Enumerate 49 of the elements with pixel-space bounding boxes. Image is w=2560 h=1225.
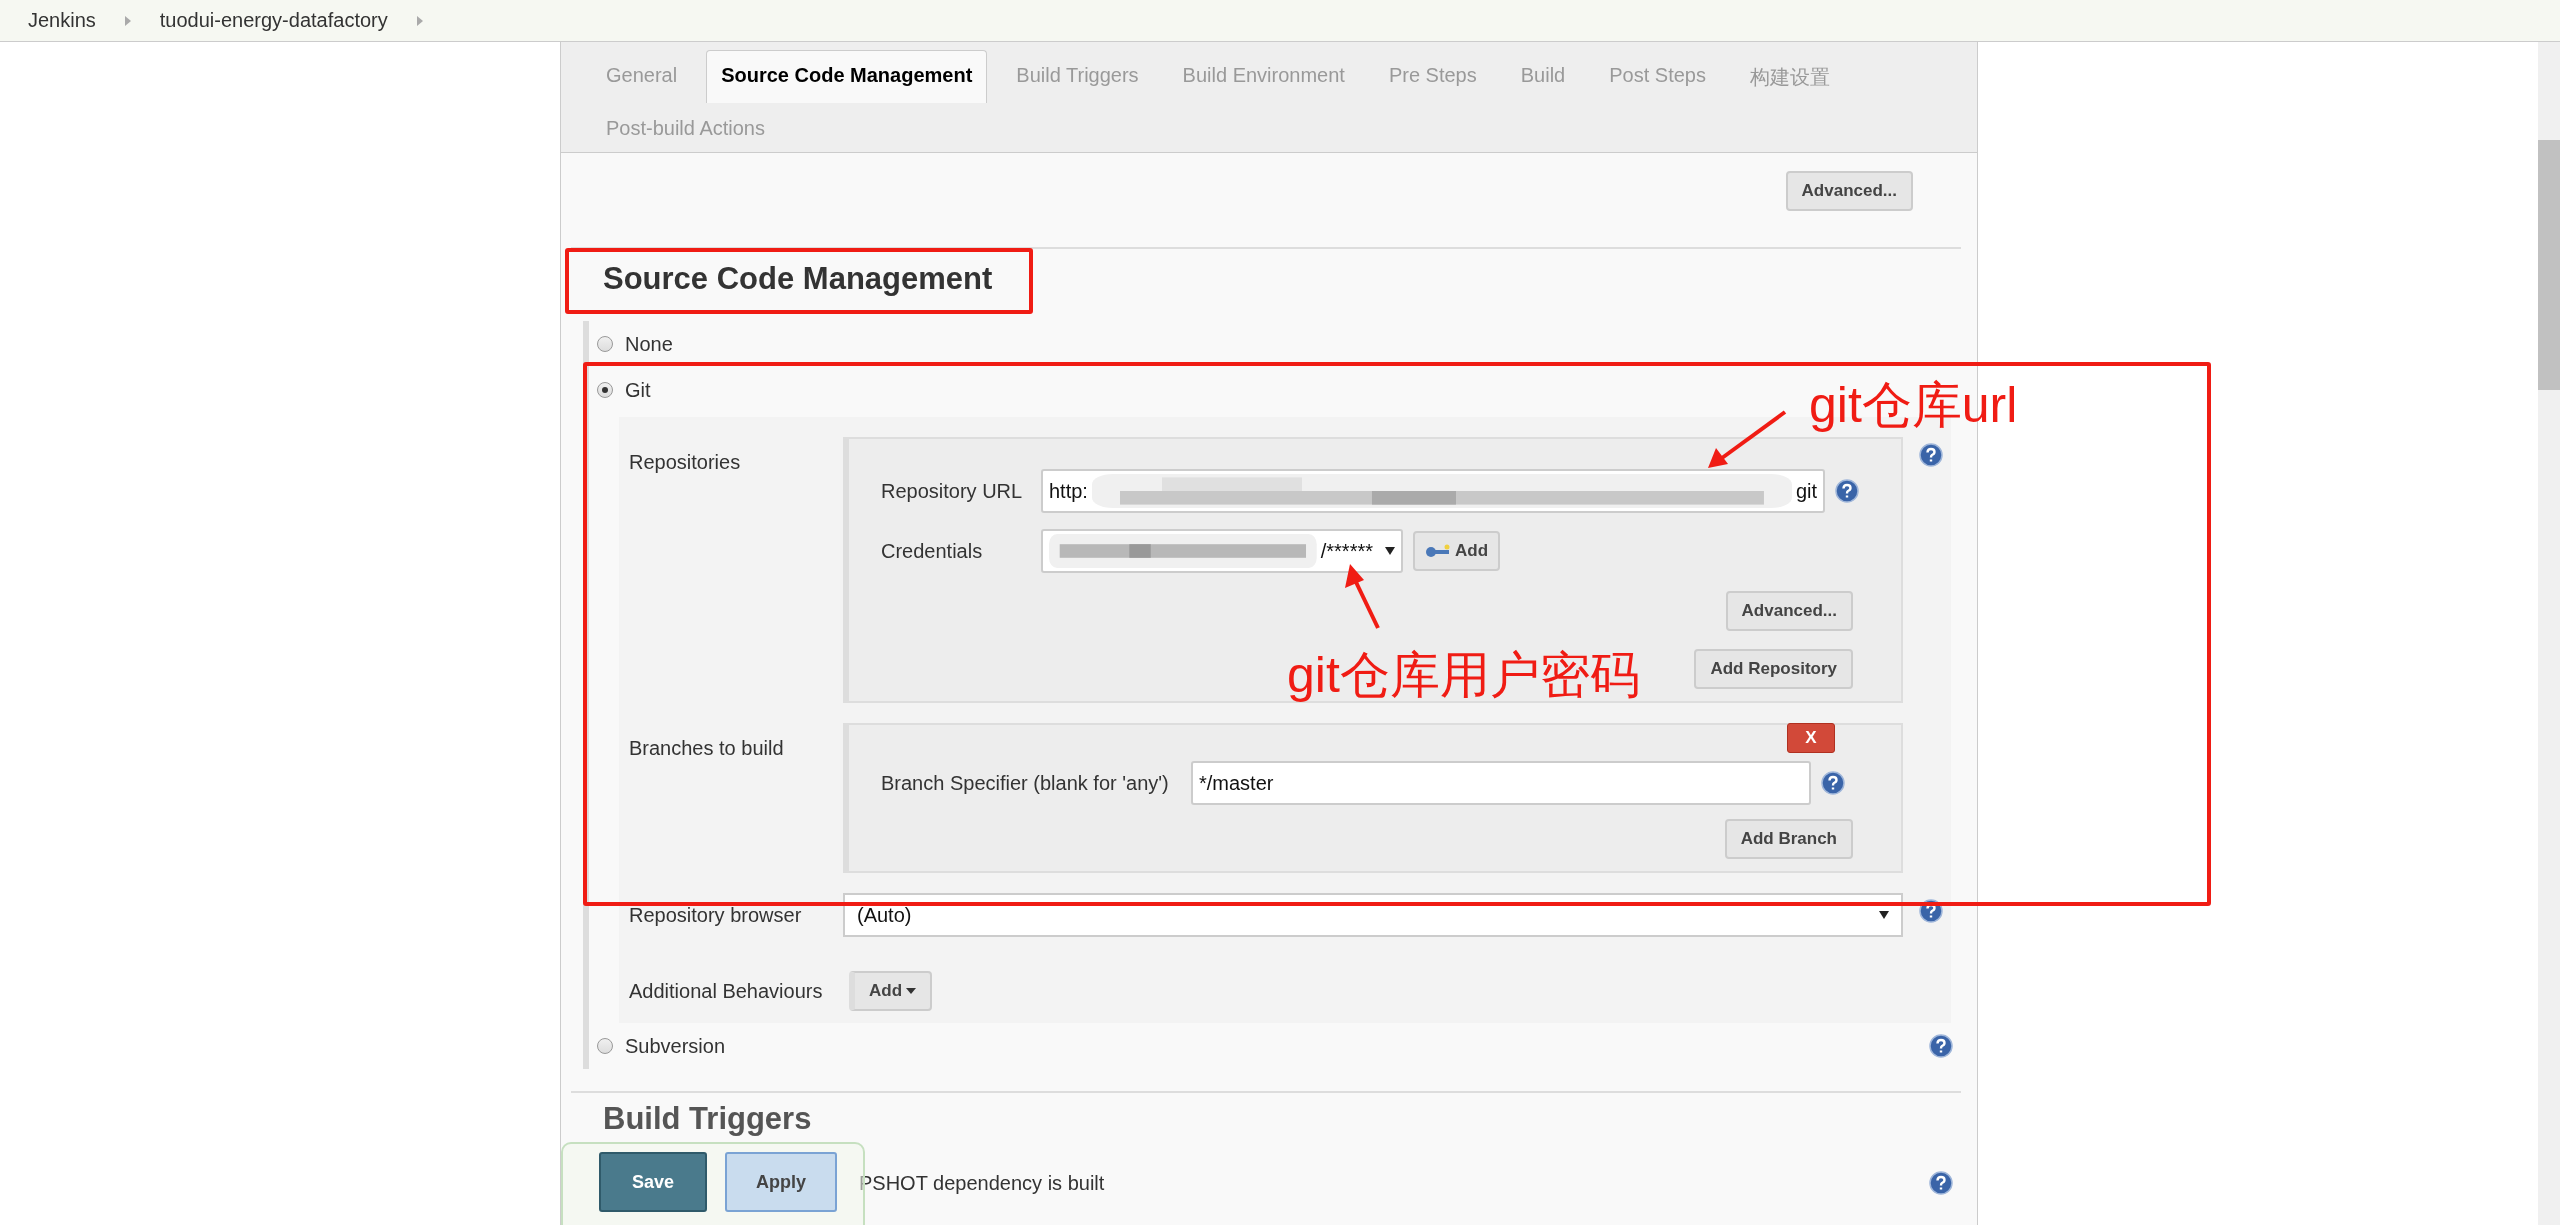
annotation-text: git仓库用户密码 <box>1287 646 1640 705</box>
field-label: Branches to build <box>628 736 785 760</box>
help-icon[interactable] <box>1929 1171 1953 1195</box>
field-label: Additional Behaviours <box>628 979 824 1003</box>
help-icon[interactable] <box>1929 1034 1953 1058</box>
repository-url-field[interactable]: http: git <box>1041 469 1825 513</box>
save-button[interactable]: Save <box>599 1152 707 1212</box>
option-label: None <box>625 332 673 356</box>
option-label: Subversion <box>625 1034 726 1058</box>
advanced-button[interactable]: Advanced... <box>1785 171 1913 211</box>
section-title: Build Triggers <box>603 1101 812 1137</box>
annotation-text: git仓库url <box>1809 376 2018 435</box>
branch-specifier-field[interactable]: */master <box>1191 761 1811 805</box>
radio-button[interactable] <box>597 1038 613 1054</box>
caret-icon <box>906 988 917 994</box>
credentials-select[interactable]: /****** <box>1041 529 1403 573</box>
breadcrumb-link[interactable]: Jenkins <box>28 9 96 32</box>
annotation-arrow <box>1345 564 1380 629</box>
section-title: Source Code Management <box>603 261 993 297</box>
help-icon[interactable] <box>1919 899 1943 923</box>
option-label: PSHOT dependency is built <box>859 1171 1105 1195</box>
chevron-icon <box>123 14 132 27</box>
field-label: Credentials <box>881 539 984 563</box>
advanced-button[interactable]: Advanced... <box>1725 591 1853 631</box>
option-label: Git <box>625 378 651 402</box>
delete-button[interactable]: X <box>1787 723 1835 753</box>
help-icon[interactable] <box>1835 479 1859 503</box>
field-label: Repository URL <box>881 479 1024 503</box>
help-icon[interactable] <box>1821 771 1845 795</box>
add-repository-button[interactable]: Add Repository <box>1694 649 1853 689</box>
scrollbar[interactable] <box>2538 42 2560 1225</box>
chevron-icon <box>415 14 424 27</box>
radio-button[interactable] <box>597 336 613 352</box>
add-dropdown-button[interactable]: Add <box>849 971 933 1011</box>
field-label: Repository browser <box>628 903 803 927</box>
caret-icon <box>1385 547 1395 555</box>
caret-icon <box>1879 911 1889 919</box>
help-icon[interactable] <box>1919 443 1943 467</box>
apply-button[interactable]: Apply <box>725 1152 837 1212</box>
add-credentials-button[interactable]: Add <box>1413 531 1501 571</box>
scrollbar-thumb[interactable] <box>2538 140 2560 390</box>
add-branch-button[interactable]: Add Branch <box>1724 819 1853 859</box>
radio-button[interactable] <box>597 382 613 398</box>
breadcrumb-link[interactable]: tuodui-energy-datafactory <box>159 9 388 32</box>
field-label: Repositories <box>628 450 742 474</box>
field-label: Branch Specifier (blank for 'any') <box>881 771 1170 795</box>
tab[interactable]: Source Code Management <box>706 50 988 103</box>
repository-browser-select[interactable]: (Auto) <box>843 893 1903 937</box>
key-icon <box>1425 544 1451 558</box>
